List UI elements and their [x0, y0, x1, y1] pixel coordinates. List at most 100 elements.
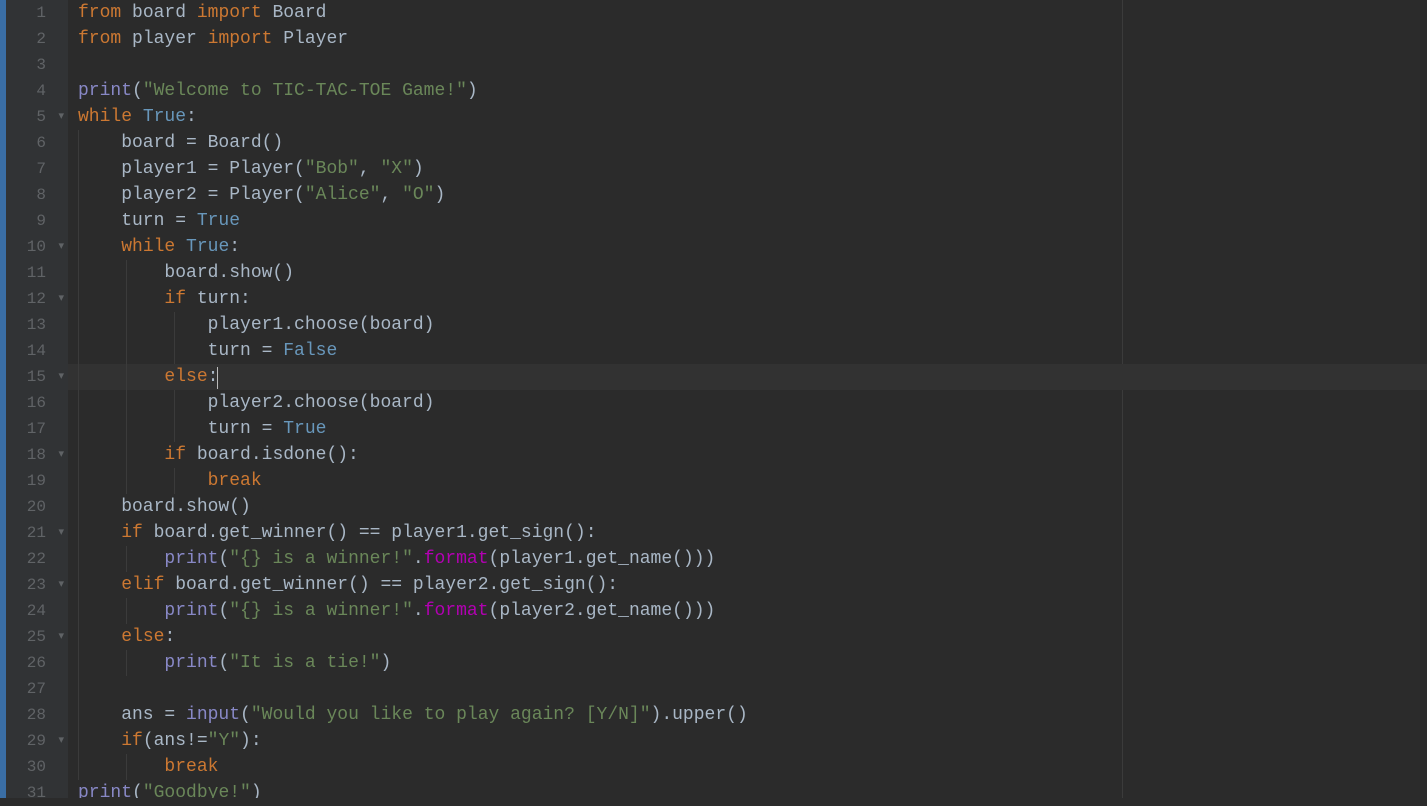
- code-line[interactable]: print("{} is a winner!".format(player2.g…: [68, 598, 1427, 624]
- indent-guide: [78, 754, 79, 780]
- code-token: "Y": [208, 731, 240, 751]
- code-line[interactable]: ans = input("Would you like to play agai…: [68, 702, 1427, 728]
- code-token: [78, 757, 164, 777]
- code-token: ): [413, 159, 424, 179]
- line-number[interactable]: 20: [6, 494, 68, 520]
- code-line[interactable]: break: [68, 468, 1427, 494]
- code-token: (: [218, 549, 229, 569]
- code-line[interactable]: if board.isdone():: [68, 442, 1427, 468]
- indent-guide: [126, 650, 127, 676]
- code-line[interactable]: print("It is a tie!"): [68, 650, 1427, 676]
- indent-guide: [78, 182, 79, 208]
- code-line[interactable]: board.show(): [68, 260, 1427, 286]
- code-line[interactable]: print("Welcome to TIC-TAC-TOE Game!"): [68, 78, 1427, 104]
- code-token: [78, 471, 208, 491]
- code-token: turn:: [186, 289, 251, 309]
- line-number[interactable]: 17: [6, 416, 68, 442]
- line-number[interactable]: 28: [6, 702, 68, 728]
- line-number[interactable]: 26: [6, 650, 68, 676]
- code-token: break: [208, 471, 262, 491]
- line-number[interactable]: 5: [6, 104, 68, 130]
- code-line[interactable]: while True:: [68, 104, 1427, 130]
- code-token: (: [218, 653, 229, 673]
- code-line[interactable]: else:: [68, 624, 1427, 650]
- indent-guide: [78, 260, 79, 286]
- code-token: True: [186, 237, 229, 257]
- indent-guide: [126, 546, 127, 572]
- line-number[interactable]: 25: [6, 624, 68, 650]
- code-line[interactable]: board = Board(): [68, 130, 1427, 156]
- code-token: ,: [380, 185, 402, 205]
- code-line[interactable]: turn = True: [68, 416, 1427, 442]
- line-number[interactable]: 11: [6, 260, 68, 286]
- code-area[interactable]: from board import Boardfrom player impor…: [68, 0, 1427, 798]
- gutter[interactable]: 1234567891011121314151617181920212223242…: [6, 0, 68, 798]
- line-number[interactable]: 29: [6, 728, 68, 754]
- code-token: player2.choose(board): [78, 393, 434, 413]
- code-token: input: [186, 705, 240, 725]
- line-number[interactable]: 15: [6, 364, 68, 390]
- code-line[interactable]: while True:: [68, 234, 1427, 260]
- line-number[interactable]: 2: [6, 26, 68, 52]
- code-line[interactable]: [68, 676, 1427, 702]
- indent-guide: [78, 702, 79, 728]
- line-number[interactable]: 14: [6, 338, 68, 364]
- line-number[interactable]: 7: [6, 156, 68, 182]
- line-number[interactable]: 8: [6, 182, 68, 208]
- indent-guide: [78, 546, 79, 572]
- line-number[interactable]: 13: [6, 312, 68, 338]
- line-number[interactable]: 12: [6, 286, 68, 312]
- indent-guide: [78, 208, 79, 234]
- line-number[interactable]: 10: [6, 234, 68, 260]
- indent-guide: [126, 442, 127, 468]
- code-line[interactable]: if board.get_winner() == player1.get_sig…: [68, 520, 1427, 546]
- code-token: if: [164, 289, 186, 309]
- code-token: player: [121, 29, 207, 49]
- code-line[interactable]: print("{} is a winner!".format(player1.g…: [68, 546, 1427, 572]
- code-token: board: [121, 3, 197, 23]
- code-line[interactable]: [68, 52, 1427, 78]
- code-line[interactable]: print("Goodbye!"): [68, 780, 1427, 798]
- editor-container: 1234567891011121314151617181920212223242…: [6, 0, 1427, 798]
- indent-guide: [78, 468, 79, 494]
- line-number[interactable]: 30: [6, 754, 68, 780]
- line-number[interactable]: 4: [6, 78, 68, 104]
- code-line[interactable]: from board import Board: [68, 0, 1427, 26]
- code-token: while: [78, 107, 132, 127]
- line-number[interactable]: 1: [6, 0, 68, 26]
- line-number[interactable]: 9: [6, 208, 68, 234]
- code-line[interactable]: if(ans!="Y"):: [68, 728, 1427, 754]
- code-line[interactable]: board.show(): [68, 494, 1427, 520]
- line-number[interactable]: 16: [6, 390, 68, 416]
- code-token: ): [380, 653, 391, 673]
- line-number[interactable]: 18: [6, 442, 68, 468]
- code-line[interactable]: else:: [68, 364, 1427, 390]
- line-number[interactable]: 23: [6, 572, 68, 598]
- code-token: "Welcome to TIC-TAC-TOE Game!": [143, 81, 467, 101]
- code-token: "Bob": [305, 159, 359, 179]
- code-line[interactable]: player2.choose(board): [68, 390, 1427, 416]
- code-line[interactable]: player1 = Player("Bob", "X"): [68, 156, 1427, 182]
- code-token: [78, 653, 164, 673]
- line-number[interactable]: 27: [6, 676, 68, 702]
- code-token: turn =: [78, 341, 283, 361]
- line-number[interactable]: 31: [6, 780, 68, 806]
- code-line[interactable]: break: [68, 754, 1427, 780]
- line-number[interactable]: 19: [6, 468, 68, 494]
- line-number[interactable]: 3: [6, 52, 68, 78]
- code-token: "X": [380, 159, 412, 179]
- code-line[interactable]: turn = True: [68, 208, 1427, 234]
- indent-guide: [126, 416, 127, 442]
- code-token: break: [164, 757, 218, 777]
- line-number[interactable]: 6: [6, 130, 68, 156]
- line-number[interactable]: 21: [6, 520, 68, 546]
- line-number[interactable]: 22: [6, 546, 68, 572]
- code-line[interactable]: turn = False: [68, 338, 1427, 364]
- code-line[interactable]: from player import Player: [68, 26, 1427, 52]
- code-line[interactable]: player2 = Player("Alice", "O"): [68, 182, 1427, 208]
- code-line[interactable]: player1.choose(board): [68, 312, 1427, 338]
- code-line[interactable]: elif board.get_winner() == player2.get_s…: [68, 572, 1427, 598]
- line-number[interactable]: 24: [6, 598, 68, 624]
- code-line[interactable]: if turn:: [68, 286, 1427, 312]
- code-token: player1.choose(board): [78, 315, 434, 335]
